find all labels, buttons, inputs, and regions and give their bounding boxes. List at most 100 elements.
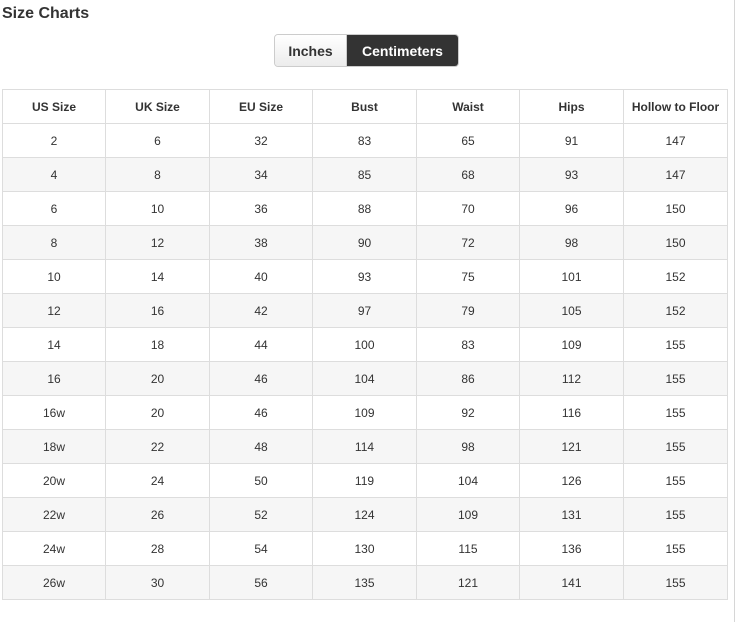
table-body: 2 6 32 83 65 91 147 4 8 34 85 68 93 147 6 10 36 88 70 96 150… bbox=[2, 123, 728, 600]
eu-size-cell: 46 bbox=[209, 361, 313, 396]
eu-size-cell: 34 bbox=[209, 157, 313, 192]
hips-cell: 131 bbox=[519, 497, 624, 532]
hips-cell: 109 bbox=[519, 327, 624, 362]
waist-cell: 104 bbox=[416, 463, 520, 498]
size-table: US Size UK Size EU Size Bust Waist Hips … bbox=[2, 89, 728, 600]
waist-cell: 75 bbox=[416, 259, 520, 294]
us-size-cell: 4 bbox=[2, 157, 106, 192]
table-row: 16w 20 46 109 92 116 155 bbox=[2, 395, 728, 430]
us-size-cell: 10 bbox=[2, 259, 106, 294]
bust-cell: 83 bbox=[312, 123, 417, 158]
column-header-hips: Hips bbox=[519, 89, 624, 124]
hollow-to-floor-cell: 150 bbox=[623, 225, 728, 260]
waist-cell: 86 bbox=[416, 361, 520, 396]
us-size-cell: 26w bbox=[2, 565, 106, 600]
eu-size-cell: 42 bbox=[209, 293, 313, 328]
eu-size-cell: 38 bbox=[209, 225, 313, 260]
uk-size-cell: 20 bbox=[105, 395, 210, 430]
us-size-cell: 16 bbox=[2, 361, 106, 396]
hollow-to-floor-cell: 152 bbox=[623, 293, 728, 328]
hips-cell: 105 bbox=[519, 293, 624, 328]
hips-cell: 93 bbox=[519, 157, 624, 192]
us-size-cell: 20w bbox=[2, 463, 106, 498]
eu-size-cell: 54 bbox=[209, 531, 313, 566]
table-row: 26w 30 56 135 121 141 155 bbox=[2, 565, 728, 600]
uk-size-cell: 22 bbox=[105, 429, 210, 464]
us-size-cell: 8 bbox=[2, 225, 106, 260]
hips-cell: 91 bbox=[519, 123, 624, 158]
eu-size-cell: 50 bbox=[209, 463, 313, 498]
table-row: 24w 28 54 130 115 136 155 bbox=[2, 531, 728, 566]
hollow-to-floor-cell: 155 bbox=[623, 395, 728, 430]
uk-size-cell: 14 bbox=[105, 259, 210, 294]
uk-size-cell: 30 bbox=[105, 565, 210, 600]
bust-cell: 124 bbox=[312, 497, 417, 532]
table-row: 6 10 36 88 70 96 150 bbox=[2, 191, 728, 226]
uk-size-cell: 18 bbox=[105, 327, 210, 362]
us-size-cell: 14 bbox=[2, 327, 106, 362]
hips-cell: 112 bbox=[519, 361, 624, 396]
eu-size-cell: 48 bbox=[209, 429, 313, 464]
hips-cell: 96 bbox=[519, 191, 624, 226]
us-size-cell: 12 bbox=[2, 293, 106, 328]
column-header-waist: Waist bbox=[416, 89, 520, 124]
eu-size-cell: 44 bbox=[209, 327, 313, 362]
table-row: 22w 26 52 124 109 131 155 bbox=[2, 497, 728, 532]
waist-cell: 65 bbox=[416, 123, 520, 158]
hollow-to-floor-cell: 155 bbox=[623, 497, 728, 532]
hips-cell: 98 bbox=[519, 225, 624, 260]
waist-cell: 121 bbox=[416, 565, 520, 600]
eu-size-cell: 56 bbox=[209, 565, 313, 600]
us-size-cell: 24w bbox=[2, 531, 106, 566]
column-header-eu-size: EU Size bbox=[209, 89, 313, 124]
column-header-bust: Bust bbox=[312, 89, 417, 124]
waist-cell: 83 bbox=[416, 327, 520, 362]
hips-cell: 136 bbox=[519, 531, 624, 566]
table-row: 12 16 42 97 79 105 152 bbox=[2, 293, 728, 328]
page-title: Size Charts bbox=[2, 5, 90, 22]
bust-cell: 100 bbox=[312, 327, 417, 362]
uk-size-cell: 26 bbox=[105, 497, 210, 532]
waist-cell: 68 bbox=[416, 157, 520, 192]
inches-button[interactable]: Inches bbox=[275, 35, 347, 66]
hollow-to-floor-cell: 147 bbox=[623, 123, 728, 158]
uk-size-cell: 20 bbox=[105, 361, 210, 396]
bust-cell: 104 bbox=[312, 361, 417, 396]
waist-cell: 72 bbox=[416, 225, 520, 260]
us-size-cell: 6 bbox=[2, 191, 106, 226]
uk-size-cell: 8 bbox=[105, 157, 210, 192]
hips-cell: 116 bbox=[519, 395, 624, 430]
bust-cell: 85 bbox=[312, 157, 417, 192]
table-row: 8 12 38 90 72 98 150 bbox=[2, 225, 728, 260]
table-row: 10 14 40 93 75 101 152 bbox=[2, 259, 728, 294]
waist-cell: 109 bbox=[416, 497, 520, 532]
hollow-to-floor-cell: 155 bbox=[623, 565, 728, 600]
bust-cell: 93 bbox=[312, 259, 417, 294]
column-header-hollow-to-floor: Hollow to Floor bbox=[623, 89, 728, 124]
uk-size-cell: 24 bbox=[105, 463, 210, 498]
centimeters-button[interactable]: Centimeters bbox=[347, 35, 458, 66]
table-row: 18w 22 48 114 98 121 155 bbox=[2, 429, 728, 464]
waist-cell: 70 bbox=[416, 191, 520, 226]
waist-cell: 115 bbox=[416, 531, 520, 566]
column-header-uk-size: UK Size bbox=[105, 89, 210, 124]
header-row: US Size UK Size EU Size Bust Waist Hips … bbox=[2, 89, 728, 124]
table-row: 4 8 34 85 68 93 147 bbox=[2, 157, 728, 192]
hips-cell: 121 bbox=[519, 429, 624, 464]
table-row: 2 6 32 83 65 91 147 bbox=[2, 123, 728, 158]
hollow-to-floor-cell: 155 bbox=[623, 327, 728, 362]
eu-size-cell: 36 bbox=[209, 191, 313, 226]
hips-cell: 141 bbox=[519, 565, 624, 600]
hollow-to-floor-cell: 155 bbox=[623, 429, 728, 464]
waist-cell: 79 bbox=[416, 293, 520, 328]
bust-cell: 130 bbox=[312, 531, 417, 566]
uk-size-cell: 12 bbox=[105, 225, 210, 260]
uk-size-cell: 28 bbox=[105, 531, 210, 566]
hips-cell: 101 bbox=[519, 259, 624, 294]
hollow-to-floor-cell: 152 bbox=[623, 259, 728, 294]
right-divider bbox=[734, 0, 735, 622]
hips-cell: 126 bbox=[519, 463, 624, 498]
us-size-cell: 22w bbox=[2, 497, 106, 532]
bust-cell: 114 bbox=[312, 429, 417, 464]
size-chart-page: Size Charts Inches Centimeters US Size U… bbox=[0, 0, 737, 622]
